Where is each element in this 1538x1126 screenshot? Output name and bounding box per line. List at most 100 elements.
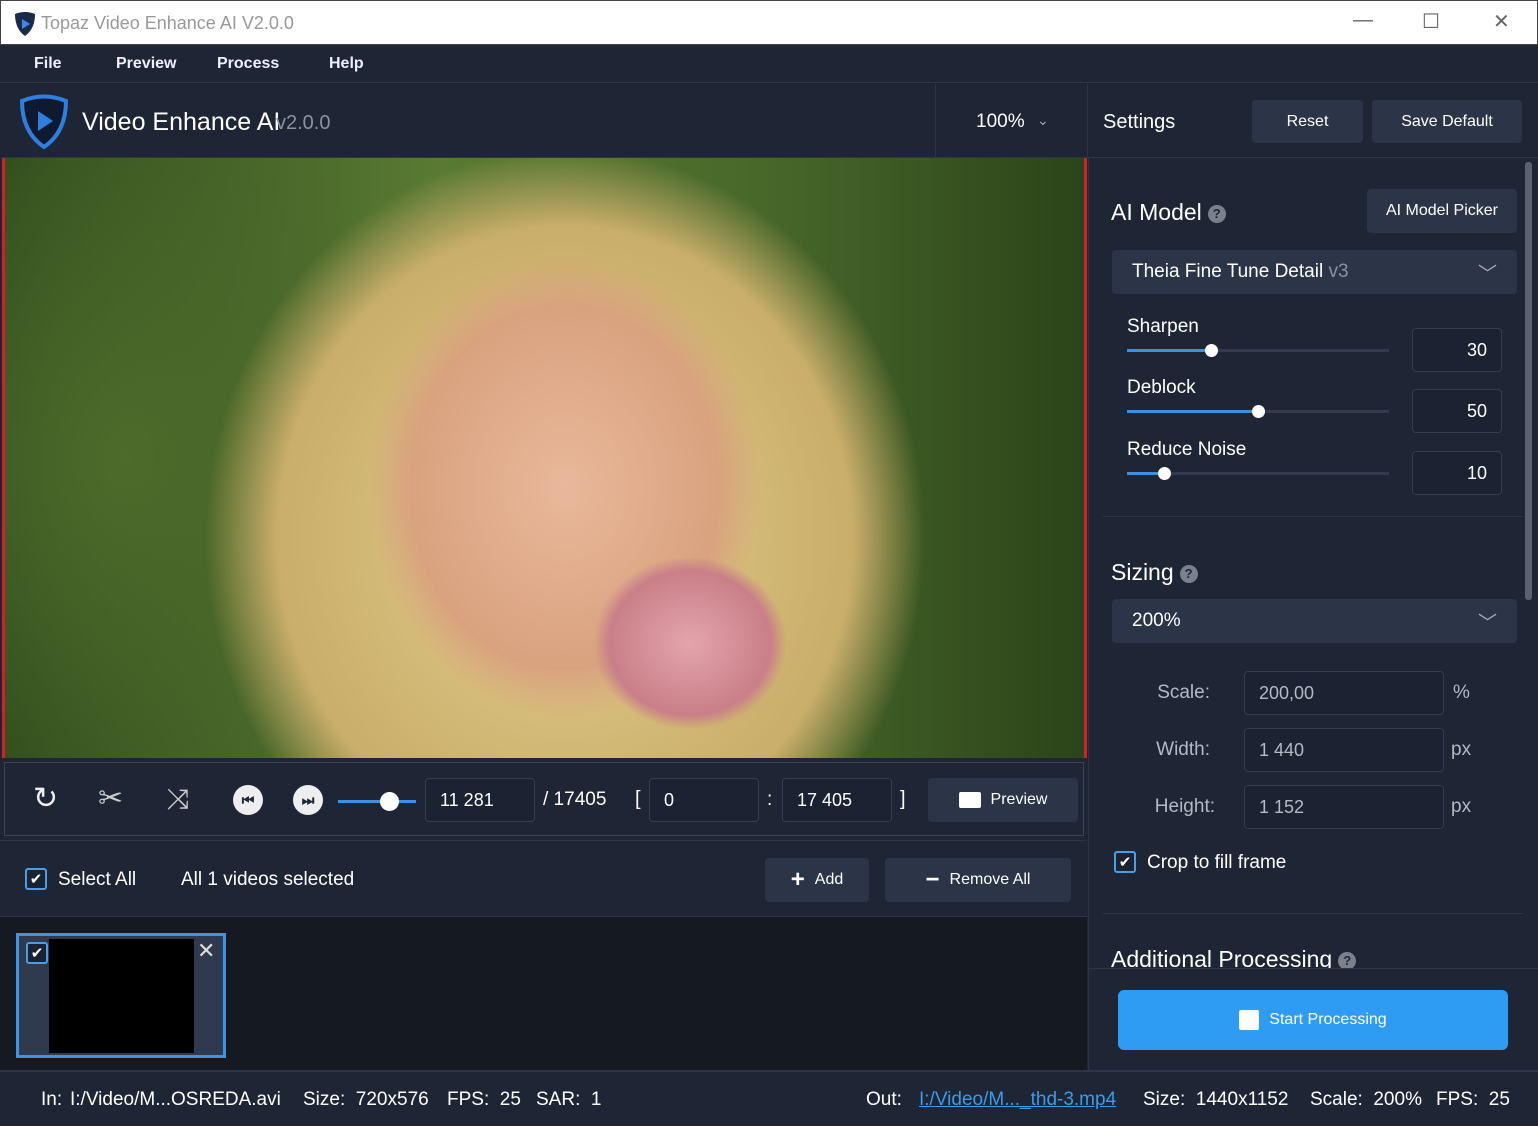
minus-icon: − [925, 866, 940, 893]
ai-model-title: AI Model? [1111, 199, 1226, 226]
slider-fill [1127, 410, 1258, 413]
model-version: v3 [1328, 261, 1349, 282]
window-title: Topaz Video Enhance AI V2.0.0 [41, 13, 294, 33]
range-end-input[interactable]: 17 405 [782, 778, 892, 822]
input-sar: SAR: 1 [536, 1089, 602, 1110]
close-button[interactable]: ✕ [1493, 9, 1510, 34]
scale-label: Scale: [1157, 682, 1210, 703]
menu-bar: File Preview Process Help [0, 45, 1538, 83]
help-icon[interactable]: ? [1338, 951, 1357, 968]
scissors-icon[interactable]: ✂ [98, 781, 123, 816]
out-label: Out: [866, 1089, 902, 1110]
status-bar: In: I:/Video/M...OSREDA.avi Size: 720x57… [0, 1070, 1538, 1126]
output-scale: Scale: 200% [1310, 1089, 1422, 1110]
height-label: Height: [1154, 796, 1215, 817]
selection-bar: ✔ Select All All 1 videos selected + Add … [0, 840, 1087, 917]
sizing-title: Sizing? [1111, 559, 1198, 586]
sizing-dropdown[interactable]: 200% ﹀ [1112, 599, 1517, 643]
app-logo-icon [15, 12, 35, 36]
range-colon: : [767, 789, 773, 810]
in-label: In: [41, 1089, 63, 1110]
playhead-slider[interactable] [338, 792, 416, 811]
slider-value-input[interactable]: 30 [1412, 328, 1502, 372]
save-icon [1239, 1010, 1260, 1030]
total-frames: / 17405 [543, 789, 607, 810]
model-name: Theia Fine Tune Detail [1132, 261, 1324, 282]
current-frame-input[interactable]: 11 281 [425, 778, 535, 822]
deblock-slider[interactable] [1127, 405, 1389, 418]
settings-label: Settings [1103, 111, 1176, 133]
ai-model-picker-button[interactable]: AI Model Picker [1367, 189, 1517, 233]
reduce-noise-slider[interactable] [1127, 467, 1389, 480]
select-all-checkbox[interactable]: ✔ [25, 868, 47, 890]
save-default-button[interactable]: Save Default [1372, 100, 1522, 143]
chevron-down-icon: ⌄ [1037, 112, 1049, 128]
app-logo-icon [19, 94, 69, 150]
playhead-knob[interactable] [379, 792, 399, 811]
menu-help[interactable]: Help [329, 55, 364, 73]
video-thumbnail[interactable]: ✔ ✕ [16, 933, 226, 1058]
start-processing-label: Start Processing [1269, 1011, 1387, 1028]
video-list: ✔ ✕ [0, 917, 1087, 1070]
zoom-select[interactable]: 100% [976, 111, 1025, 133]
crop-checkbox[interactable]: ✔ [1114, 851, 1136, 873]
slider-fill [1127, 349, 1211, 352]
skip-back-icon[interactable]: ⏮ [233, 785, 263, 815]
settings-panel: AI Model? AI Model Picker Theia Fine Tun… [1088, 158, 1538, 1070]
menu-file[interactable]: File [34, 55, 62, 73]
width-input[interactable]: 1 440 [1244, 728, 1444, 772]
app-version: v2.0.0 [276, 112, 331, 134]
input-size: Size: 720x576 [303, 1089, 429, 1110]
slider-value-input[interactable]: 50 [1412, 389, 1502, 433]
menu-preview[interactable]: Preview [116, 55, 176, 73]
range-start-input[interactable]: 0 [649, 778, 759, 822]
reload-icon[interactable]: ↻ [33, 781, 58, 816]
thumbnail-checkbox[interactable]: ✔ [26, 942, 48, 964]
start-processing-button[interactable]: Start Processing [1118, 990, 1508, 1050]
help-icon[interactable]: ? [1179, 564, 1198, 583]
height-input[interactable]: 1 152 [1244, 785, 1444, 829]
ai-model-dropdown[interactable]: Theia Fine Tune Detail v3 ﹀ [1112, 250, 1517, 294]
menu-process[interactable]: Process [217, 55, 279, 73]
preview-label: Preview [990, 791, 1048, 808]
thumbnail-image [49, 939, 194, 1053]
video-camera-icon [958, 792, 981, 808]
help-icon[interactable]: ? [1207, 204, 1226, 223]
slider-knob[interactable] [1157, 467, 1171, 480]
slider-label: Deblock [1127, 377, 1196, 398]
slider-label: Reduce Noise [1127, 439, 1247, 460]
select-all-label[interactable]: Select All [58, 869, 136, 891]
sharpen-slider[interactable] [1127, 344, 1389, 357]
scrollbar[interactable] [1525, 162, 1532, 600]
height-unit: px [1451, 796, 1472, 817]
video-preview[interactable] [2, 158, 1087, 758]
remove-video-icon[interactable]: ✕ [197, 938, 215, 964]
preview-button[interactable]: Preview [928, 778, 1078, 822]
add-button[interactable]: + Add [765, 858, 869, 902]
minimize-button[interactable]: — [1353, 9, 1373, 32]
selection-status: All 1 videos selected [181, 869, 355, 890]
slider-label: Sharpen [1127, 316, 1199, 337]
slider-value-input[interactable]: 10 [1412, 451, 1502, 495]
slider-knob[interactable] [1252, 405, 1265, 418]
split-icon[interactable]: ⤨ [167, 783, 189, 816]
maximize-button[interactable]: ☐ [1422, 9, 1440, 34]
reset-button[interactable]: Reset [1252, 100, 1363, 143]
sizing-preset: 200% [1132, 610, 1181, 631]
width-unit: px [1451, 739, 1472, 760]
scale-input[interactable]: 200,00 [1244, 671, 1444, 715]
skip-forward-icon[interactable]: ⏭ [293, 785, 323, 815]
slider-knob[interactable] [1204, 344, 1218, 357]
bracket-open: [ [635, 788, 641, 810]
output-file-link[interactable]: I:/Video/M..._thd-3.mp4 [919, 1089, 1116, 1111]
crop-label[interactable]: Crop to fill frame [1147, 852, 1286, 874]
chevron-down-icon: ﹀ [1477, 263, 1497, 285]
remove-all-button[interactable]: − Remove All [885, 858, 1071, 902]
bracket-close: ] [900, 788, 906, 810]
width-label: Width: [1156, 739, 1210, 760]
title-bar: Topaz Video Enhance AI V2.0.0 — ☐ ✕ [0, 0, 1538, 45]
header: Video Enhance AI v2.0.0 100% ⌄ Settings … [0, 84, 1538, 158]
plus-icon: + [790, 866, 805, 893]
output-size: Size: 1440x1152 [1143, 1089, 1289, 1110]
input-file: I:/Video/M...OSREDA.avi [70, 1089, 281, 1110]
